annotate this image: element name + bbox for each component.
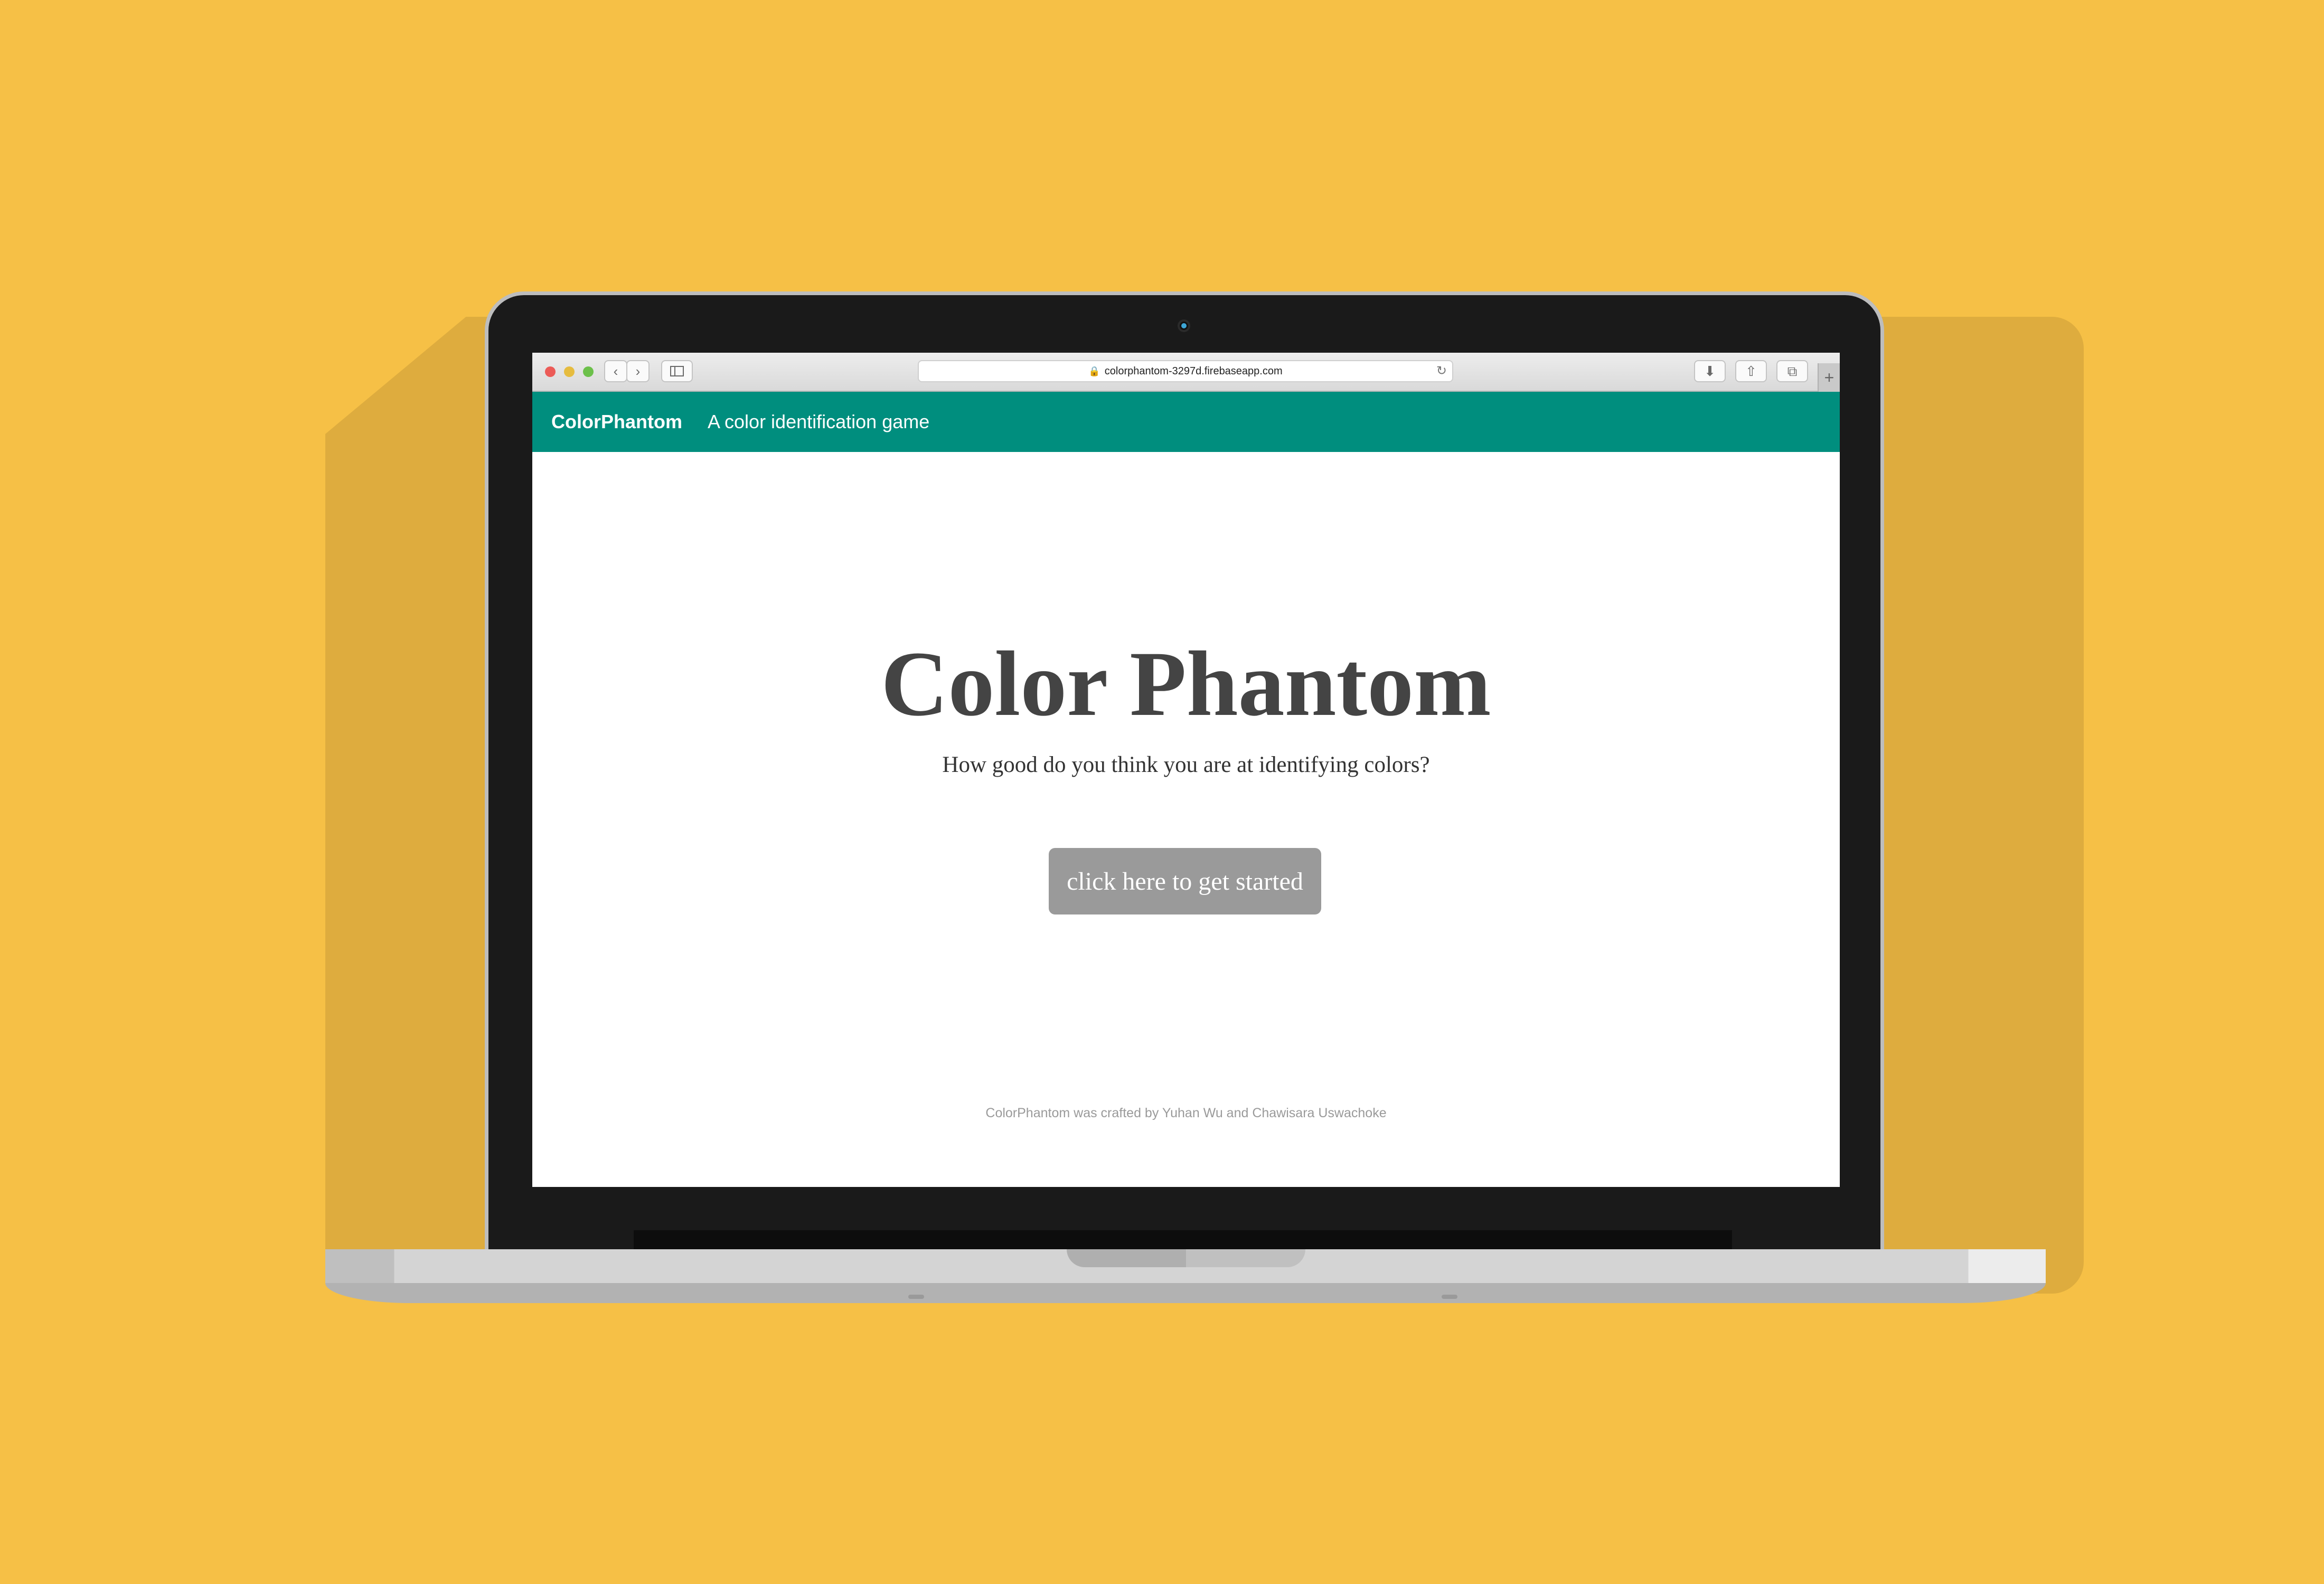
plus-icon: + [1824, 368, 1834, 387]
laptop-foot [908, 1295, 924, 1299]
laptop-lid-notch [1067, 1249, 1305, 1267]
address-bar[interactable]: 🔒 colorphantom-3297d.firebaseapp.com ↻ [918, 360, 1453, 382]
browser-toolbar: ‹ › 🔒 colorphantom-3297d.firebaseapp.com … [532, 353, 1840, 392]
maximize-window-icon[interactable] [583, 366, 594, 377]
forward-button[interactable]: › [626, 360, 650, 382]
footer-credits: ColorPhantom was crafted by Yuhan Wu and… [985, 1106, 1387, 1120]
navbar-tagline: A color identification game [708, 411, 930, 432]
brand-link[interactable]: ColorPhantom [551, 392, 682, 452]
downloads-button[interactable]: ⬇ [1694, 360, 1726, 382]
back-button[interactable]: ‹ [604, 360, 627, 382]
minimize-window-icon[interactable] [564, 366, 575, 377]
reload-icon[interactable]: ↻ [1436, 361, 1447, 381]
sidebar-icon [670, 366, 684, 376]
sidebar-button[interactable] [661, 360, 693, 382]
tabs-button[interactable]: ⧉ [1776, 360, 1808, 382]
page-title: Color Phantom [881, 633, 1491, 736]
tabs-icon: ⧉ [1787, 363, 1798, 379]
site-navbar: ColorPhantom A color identification game [532, 392, 1840, 452]
laptop-foot [1442, 1295, 1457, 1299]
camera-icon [1178, 319, 1190, 332]
laptop-hinge [634, 1230, 1732, 1251]
browser-window: ‹ › 🔒 colorphantom-3297d.firebaseapp.com … [532, 353, 1840, 1187]
share-icon: ⇧ [1745, 363, 1757, 379]
lock-icon: 🔒 [1088, 366, 1100, 376]
laptop-base-bottom [325, 1283, 2046, 1303]
chevron-left-icon: ‹ [613, 363, 618, 379]
new-tab-button[interactable]: + [1818, 363, 1840, 392]
chevron-right-icon: › [635, 363, 641, 379]
page-subtitle: How good do you think you are at identif… [942, 752, 1430, 777]
share-button[interactable]: ⇧ [1735, 360, 1767, 382]
get-started-button[interactable]: click here to get started [1049, 848, 1321, 914]
download-icon: ⬇ [1704, 363, 1716, 379]
close-window-icon[interactable] [545, 366, 556, 377]
url-text: colorphantom-3297d.firebaseapp.com [1104, 365, 1283, 377]
